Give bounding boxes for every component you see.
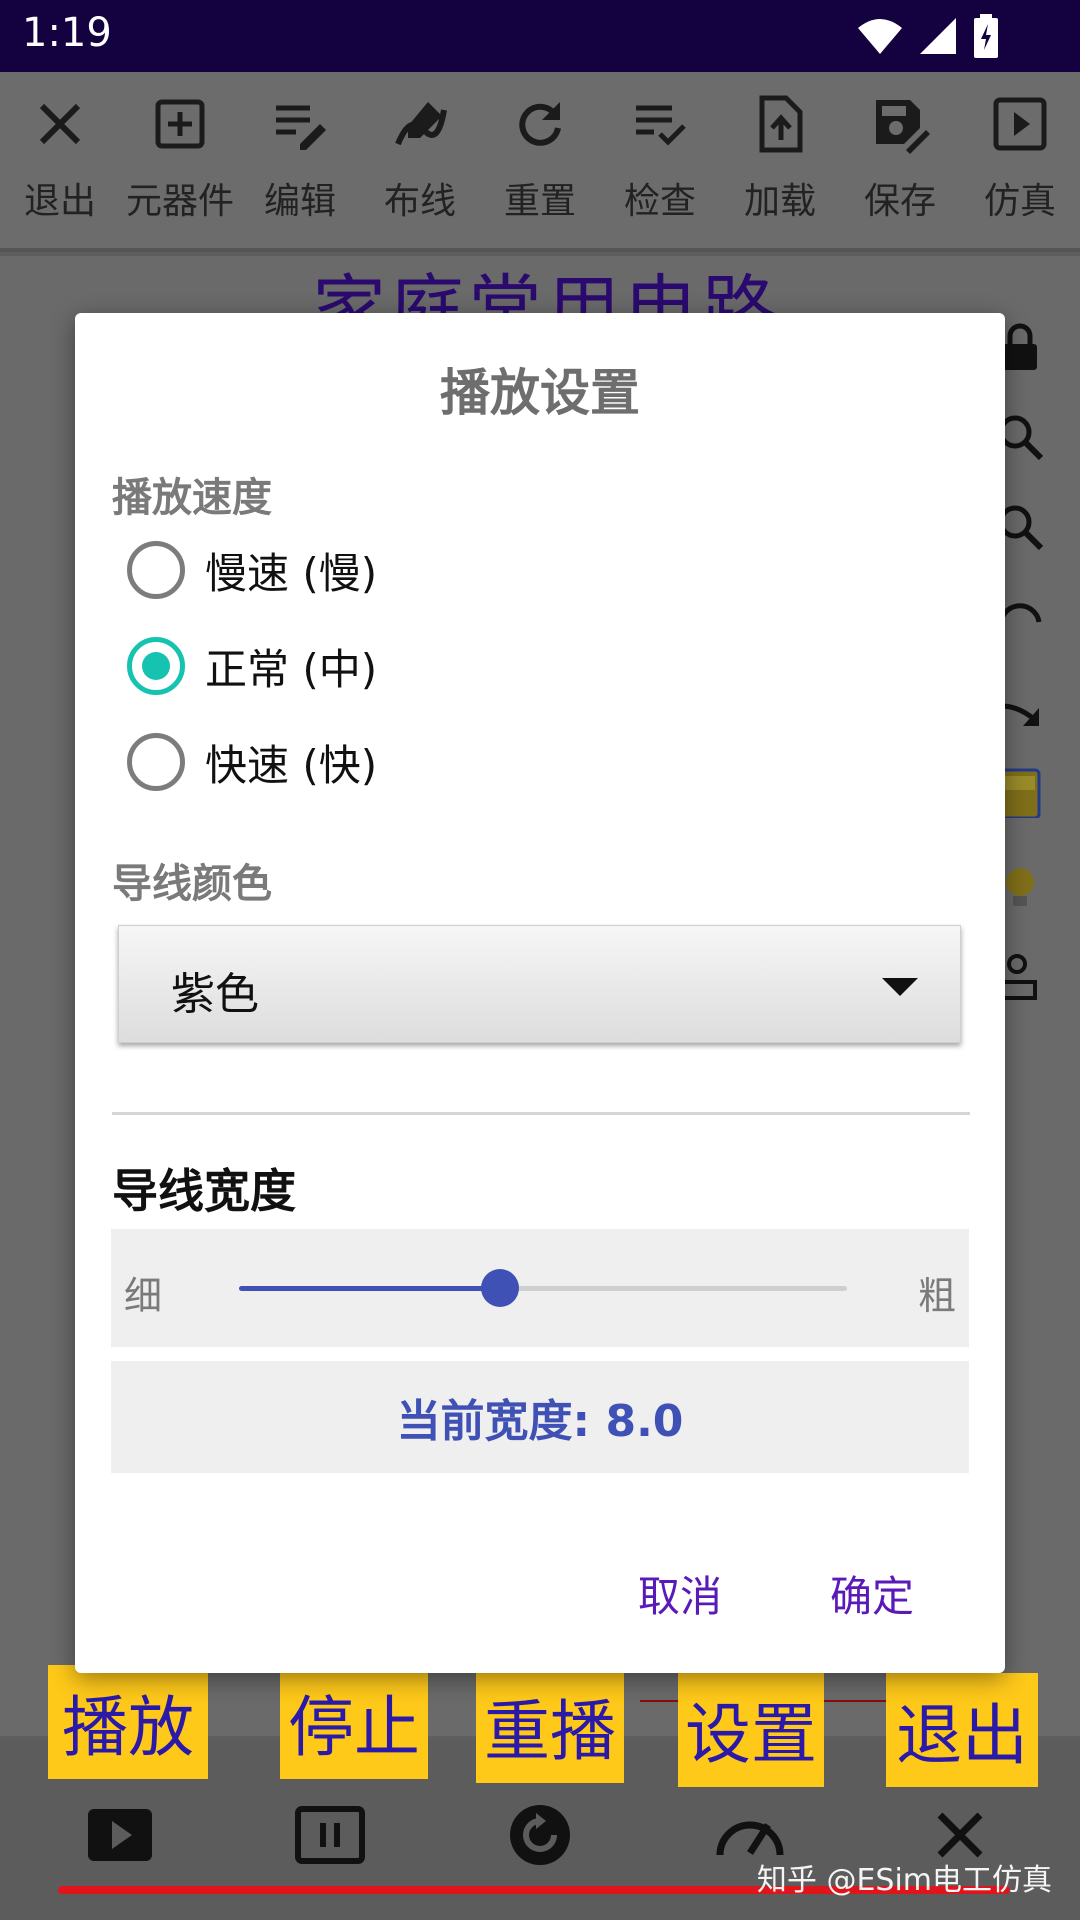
speed-section-label: 播放速度	[112, 475, 272, 521]
status-icons	[856, 14, 1000, 58]
speed-option-normal[interactable]: 正常 (中)	[127, 631, 377, 701]
add-box-icon	[155, 99, 205, 149]
edit-note-icon	[276, 105, 326, 150]
slider-fill	[239, 1286, 501, 1291]
checklist-icon	[636, 105, 686, 146]
toolbar-item-label: 布线	[383, 181, 456, 222]
speed-option-slow[interactable]: 慢速 (慢)	[127, 535, 377, 605]
annotation-exit: 退出	[886, 1673, 1038, 1787]
divider	[112, 1112, 970, 1115]
radio-button-checked[interactable]	[127, 637, 185, 695]
close-icon	[39, 103, 81, 145]
play-icon[interactable]	[80, 1795, 160, 1875]
dropdown-selected-value: 紫色	[171, 969, 259, 1020]
current-width-text: 当前宽度: 8.0	[396, 1396, 684, 1447]
annotation-settings: 设置	[678, 1671, 824, 1787]
radio-label: 快速 (快)	[205, 740, 378, 790]
draw-icon	[395, 102, 447, 146]
signal-icon	[920, 18, 956, 54]
upload-file-icon	[759, 95, 803, 153]
wire-width-title: 导线宽度	[112, 1164, 296, 1218]
ok-button[interactable]: 确定	[830, 1563, 914, 1624]
toolbar-item-label: 编辑	[263, 181, 336, 222]
save-edit-icon	[876, 100, 930, 154]
wire-width-slider-panel: 细 粗	[111, 1229, 969, 1347]
pause-icon[interactable]	[290, 1795, 370, 1875]
status-time: 1:19	[22, 10, 112, 56]
toolbar-item-label: 检查	[623, 181, 696, 222]
toolbar-exit-button[interactable]: 退出	[0, 72, 120, 252]
radio-button[interactable]	[127, 541, 185, 599]
dialog-title: 播放设置	[440, 364, 640, 422]
replay-icon[interactable]	[500, 1795, 580, 1875]
annotation-replay: 重播	[476, 1669, 624, 1783]
toolbar-item-label: 退出	[23, 181, 96, 222]
status-bar: 1:19	[0, 0, 1080, 72]
toolbar-item-label: 加载	[743, 181, 816, 222]
radio-label: 慢速 (慢)	[205, 548, 378, 598]
refresh-icon	[519, 102, 561, 146]
radio-button[interactable]	[127, 733, 185, 791]
toolbar-item-label: 仿真	[983, 181, 1056, 222]
playback-settings-dialog: 播放设置 播放速度 慢速 (慢) 正常 (中) 快速 (快) 导线颜色 紫色 导…	[75, 313, 1005, 1673]
slider-min-label: 细	[124, 1274, 163, 1318]
slider-max-label: 粗	[917, 1274, 956, 1318]
annotation-play: 播放	[48, 1665, 208, 1779]
wire-color-label: 导线颜色	[112, 861, 272, 907]
current-width-panel: 当前宽度: 8.0	[111, 1361, 969, 1473]
dropdown-arrow-icon	[882, 978, 918, 996]
speed-option-fast[interactable]: 快速 (快)	[127, 727, 377, 797]
wifi-icon	[858, 19, 902, 54]
play-box-icon	[993, 97, 1047, 151]
toolbar-item-label: 保存	[863, 181, 936, 222]
toolbar-simulate-button[interactable]: 仿真	[960, 72, 1080, 252]
annotation-stop: 停止	[280, 1665, 428, 1779]
wire-color-dropdown[interactable]: 紫色	[118, 925, 961, 1043]
toolbar-save-button[interactable]: 保存	[840, 72, 960, 252]
main-toolbar: 退出 元器件 编辑 布线 重置 检查 加载 保存 仿真	[0, 72, 1080, 252]
watermark: 知乎 @ESim电工仿真	[756, 1863, 1052, 1898]
toolbar-components-button[interactable]: 元器件	[120, 72, 240, 252]
cancel-button[interactable]: 取消	[638, 1563, 722, 1624]
toolbar-edit-button[interactable]: 编辑	[240, 72, 360, 252]
toolbar-load-button[interactable]: 加载	[720, 72, 840, 252]
toolbar-item-label: 重置	[503, 181, 576, 222]
wire-width-slider[interactable]	[239, 1269, 847, 1307]
radio-label: 正常 (中)	[205, 644, 378, 694]
toolbar-reset-button[interactable]: 重置	[480, 72, 600, 252]
toolbar-wiring-button[interactable]: 布线	[360, 72, 480, 252]
toolbar-item-label: 元器件	[125, 181, 234, 222]
slider-thumb[interactable]	[481, 1269, 520, 1307]
toolbar-check-button[interactable]: 检查	[600, 72, 720, 252]
battery-icon	[974, 14, 998, 58]
